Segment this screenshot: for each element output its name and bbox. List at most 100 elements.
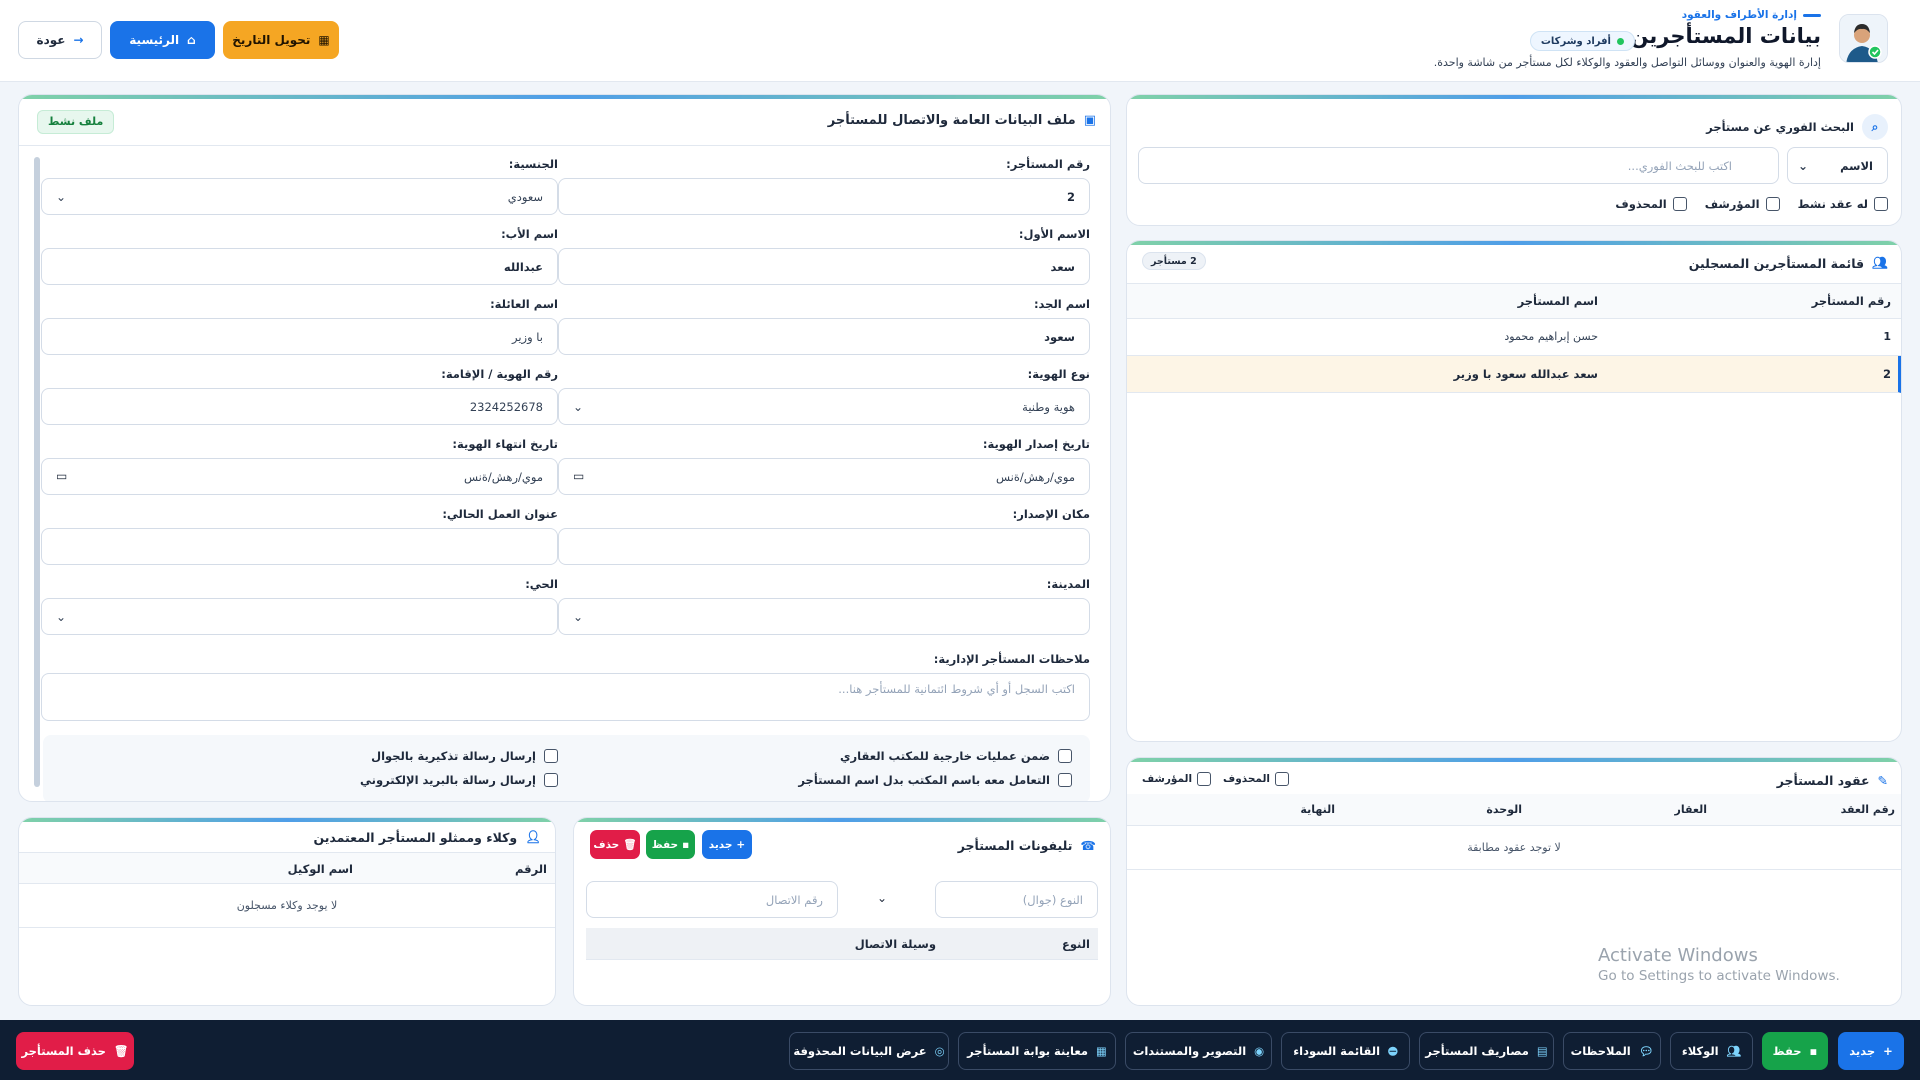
district-select[interactable]: ⌄ xyxy=(41,598,558,635)
calendar-icon[interactable]: ▭ xyxy=(56,469,67,483)
expiry-date-field[interactable]: موي/رهش/ةنس ▭ xyxy=(41,458,558,495)
search-card: ⌕ البحث الفوري عن مستأجر الاسم ⌄ اكتب لل… xyxy=(1126,94,1902,226)
district-label: الحي: xyxy=(525,577,558,591)
id-no-label: رقم الهوية / الإقامة: xyxy=(441,367,558,381)
phone-save-button[interactable]: ▪ حفظ xyxy=(646,830,695,859)
convert-date-button[interactable]: ▦ تحويل التاريخ xyxy=(223,21,339,59)
city-select[interactable]: ⌄ xyxy=(558,598,1090,635)
option-sms-reminder[interactable]: إرسال رسالة تذكيرية بالجوال xyxy=(371,749,558,763)
calendar-icon[interactable]: ▭ xyxy=(573,469,584,483)
footer-deleted-button[interactable]: ◎ عرض البيانات المحذوفة xyxy=(789,1032,949,1070)
contracts-header: رقم العقد العقار الوحدة النهاية xyxy=(1127,794,1901,826)
footer-delete-tenant-button[interactable]: 🗑︎ حذف المستأجر xyxy=(16,1032,134,1070)
grandfather-name-label: اسم الجد: xyxy=(1033,297,1090,311)
chevron-down-icon: ⌄ xyxy=(56,190,67,204)
first-name-field[interactable]: سعد xyxy=(558,248,1090,285)
phone-delete-button[interactable]: 🗑︎ حذف xyxy=(590,830,640,859)
filter-active-contract[interactable]: له عقد نشط xyxy=(1798,197,1888,211)
type-badge: أفراد وشركات xyxy=(1529,31,1635,51)
phone-new-button[interactable]: + جديد xyxy=(702,830,752,859)
eye-icon: ◎ xyxy=(934,1044,945,1058)
footer-expenses-button[interactable]: ▤ مصاريف المستأجر xyxy=(1419,1032,1554,1070)
plus-icon: + xyxy=(1883,1044,1893,1058)
contracts-filter-archived[interactable]: المؤرشف xyxy=(1142,772,1212,786)
filter-archived[interactable]: المؤرشف xyxy=(1705,197,1780,211)
option-email[interactable]: إرسال رسالة بالبريد الإلكتروني xyxy=(360,773,558,787)
work-address-label: عنوان العمل الحالي: xyxy=(442,507,558,521)
phone-icon: ☎︎ xyxy=(1080,838,1096,853)
footer-scan-button[interactable]: ◉ التصوير والمستندات xyxy=(1125,1032,1272,1070)
footer-new-button[interactable]: + جديد xyxy=(1838,1032,1904,1070)
tenant-list-title: 👥︎ قائمة المستأجرين المسجلين xyxy=(1688,255,1888,271)
chevron-down-icon: ⌄ xyxy=(573,610,584,624)
notes-textarea[interactable]: اكتب السجل أو أي شروط ائتمانية للمستأجر … xyxy=(41,673,1090,721)
phone-type-select[interactable]: النوع (جوال) xyxy=(935,881,1098,918)
expiry-date-label: تاريخ انتهاء الهوية: xyxy=(452,437,558,451)
issue-date-field[interactable]: موي/رهش/ةنس ▭ xyxy=(558,458,1090,495)
options-section: ضمن عمليات خارجية للمكتب العقاري إرسال ر… xyxy=(43,735,1090,801)
status-badge: ملف نشط xyxy=(37,110,115,134)
agents-card: 👤︎ وكلاء وممثلو المستأجر المعتمدين الرقم… xyxy=(18,817,556,1006)
back-button[interactable]: → عودة xyxy=(18,21,102,59)
option-office-name[interactable]: التعامل معه باسم المكتب بدل اسم المستأجر xyxy=(798,773,1072,787)
agents-header: الرقم اسم الوكيل xyxy=(19,852,555,884)
search-field-select[interactable]: الاسم ⌄ xyxy=(1787,147,1888,184)
agents-empty: لا يوجد وكلاء مسجلون xyxy=(19,884,555,928)
table-row-selected[interactable]: 2 سعد عبدالله سعود با وزير xyxy=(1127,356,1901,393)
family-name-label: اسم العائلة: xyxy=(490,297,558,311)
phones-title: ☎︎ تليفونات المستأجر xyxy=(957,838,1096,853)
issue-place-field[interactable] xyxy=(558,528,1090,565)
trash-icon: 🗑︎ xyxy=(113,1044,129,1058)
chevron-down-icon[interactable]: ⌄ xyxy=(877,891,887,905)
calendar-icon: ▦ xyxy=(318,33,330,47)
home-button[interactable]: ⌂ الرئيسية xyxy=(110,21,215,59)
footer-portal-button[interactable]: ▦ معاينة بوابة المستأجر xyxy=(958,1032,1116,1070)
footer-notes-button[interactable]: 💬︎ الملاحظات xyxy=(1563,1032,1661,1070)
option-external-ops[interactable]: ضمن عمليات خارجية للمكتب العقاري xyxy=(840,749,1072,763)
user-block-icon: ⛔︎ xyxy=(1388,1043,1398,1058)
profile-card: ▣ ملف البيانات العامة والاتصال للمستأجر … xyxy=(18,94,1111,802)
footer-blacklist-button[interactable]: ⛔︎ القائمة السوداء xyxy=(1281,1032,1410,1070)
id-type-select[interactable]: هوية وطنية ⌄ xyxy=(558,388,1090,425)
first-name-label: الاسم الأول: xyxy=(1018,227,1090,241)
save-icon: ▪ xyxy=(682,838,690,851)
father-name-field[interactable]: عبدالله xyxy=(41,248,558,285)
phones-header: النوع وسيلة الاتصال xyxy=(586,928,1098,960)
grid-icon: ▦ xyxy=(1095,1044,1107,1058)
contracts-title: ✎ عقود المستأجر xyxy=(1776,773,1888,788)
tenant-list-header: رقم المستأجر اسم المستأجر xyxy=(1127,283,1901,319)
search-filters: له عقد نشط المؤرشف المحذوف xyxy=(1615,197,1888,211)
arrow-right-icon: → xyxy=(73,33,84,47)
home-icon: ⌂ xyxy=(187,33,196,47)
user-shield-icon: 👤︎ xyxy=(525,829,541,844)
chevron-down-icon: ⌄ xyxy=(1798,159,1809,173)
table-row[interactable]: 1 حسن إبراهيم محمود xyxy=(1127,319,1901,356)
id-no-field[interactable]: 2324252678 xyxy=(41,388,558,425)
contracts-filter-deleted[interactable]: المحذوف xyxy=(1223,772,1289,786)
filter-deleted[interactable]: المحذوف xyxy=(1615,197,1687,211)
nationality-select[interactable]: سعودي ⌄ xyxy=(41,178,558,215)
tenant-no-field[interactable]: 2 xyxy=(558,178,1090,215)
id-type-label: نوع الهوية: xyxy=(1027,367,1090,381)
contract-icon: ✎ xyxy=(1877,773,1888,788)
plus-icon: + xyxy=(736,838,746,851)
section-label: إدارة الأطراف والعقود xyxy=(1682,9,1821,21)
family-name-field[interactable]: با وزير xyxy=(41,318,558,355)
tenant-no-label: رقم المستأجر: xyxy=(1006,157,1090,171)
footer-save-button[interactable]: ▪ حفظ xyxy=(1762,1032,1828,1070)
work-address-field[interactable] xyxy=(41,528,558,565)
footer-agents-button[interactable]: 👥︎ الوكلاء xyxy=(1670,1032,1753,1070)
scrollbar[interactable] xyxy=(34,157,40,787)
search-card-title: ⌕ البحث الفوري عن مستأجر xyxy=(1706,114,1888,140)
chevron-down-icon: ⌄ xyxy=(56,610,67,624)
nationality-label: الجنسية: xyxy=(508,157,558,171)
chevron-down-icon: ⌄ xyxy=(573,400,584,414)
tenant-list-card: 👥︎ قائمة المستأجرين المسجلين 2 مستأجر رق… xyxy=(1126,240,1902,742)
search-icon: ⌕ xyxy=(1862,114,1888,140)
phone-number-input[interactable]: رقم الاتصال xyxy=(586,881,838,918)
search-input[interactable]: اكتب للبحث الفوري... xyxy=(1138,147,1779,184)
trash-icon: 🗑︎ xyxy=(623,839,637,851)
tenant-count-badge: 2 مستأجر xyxy=(1142,252,1206,270)
users-icon: 👥︎ xyxy=(1872,255,1888,270)
grandfather-name-field[interactable]: سعود xyxy=(558,318,1090,355)
